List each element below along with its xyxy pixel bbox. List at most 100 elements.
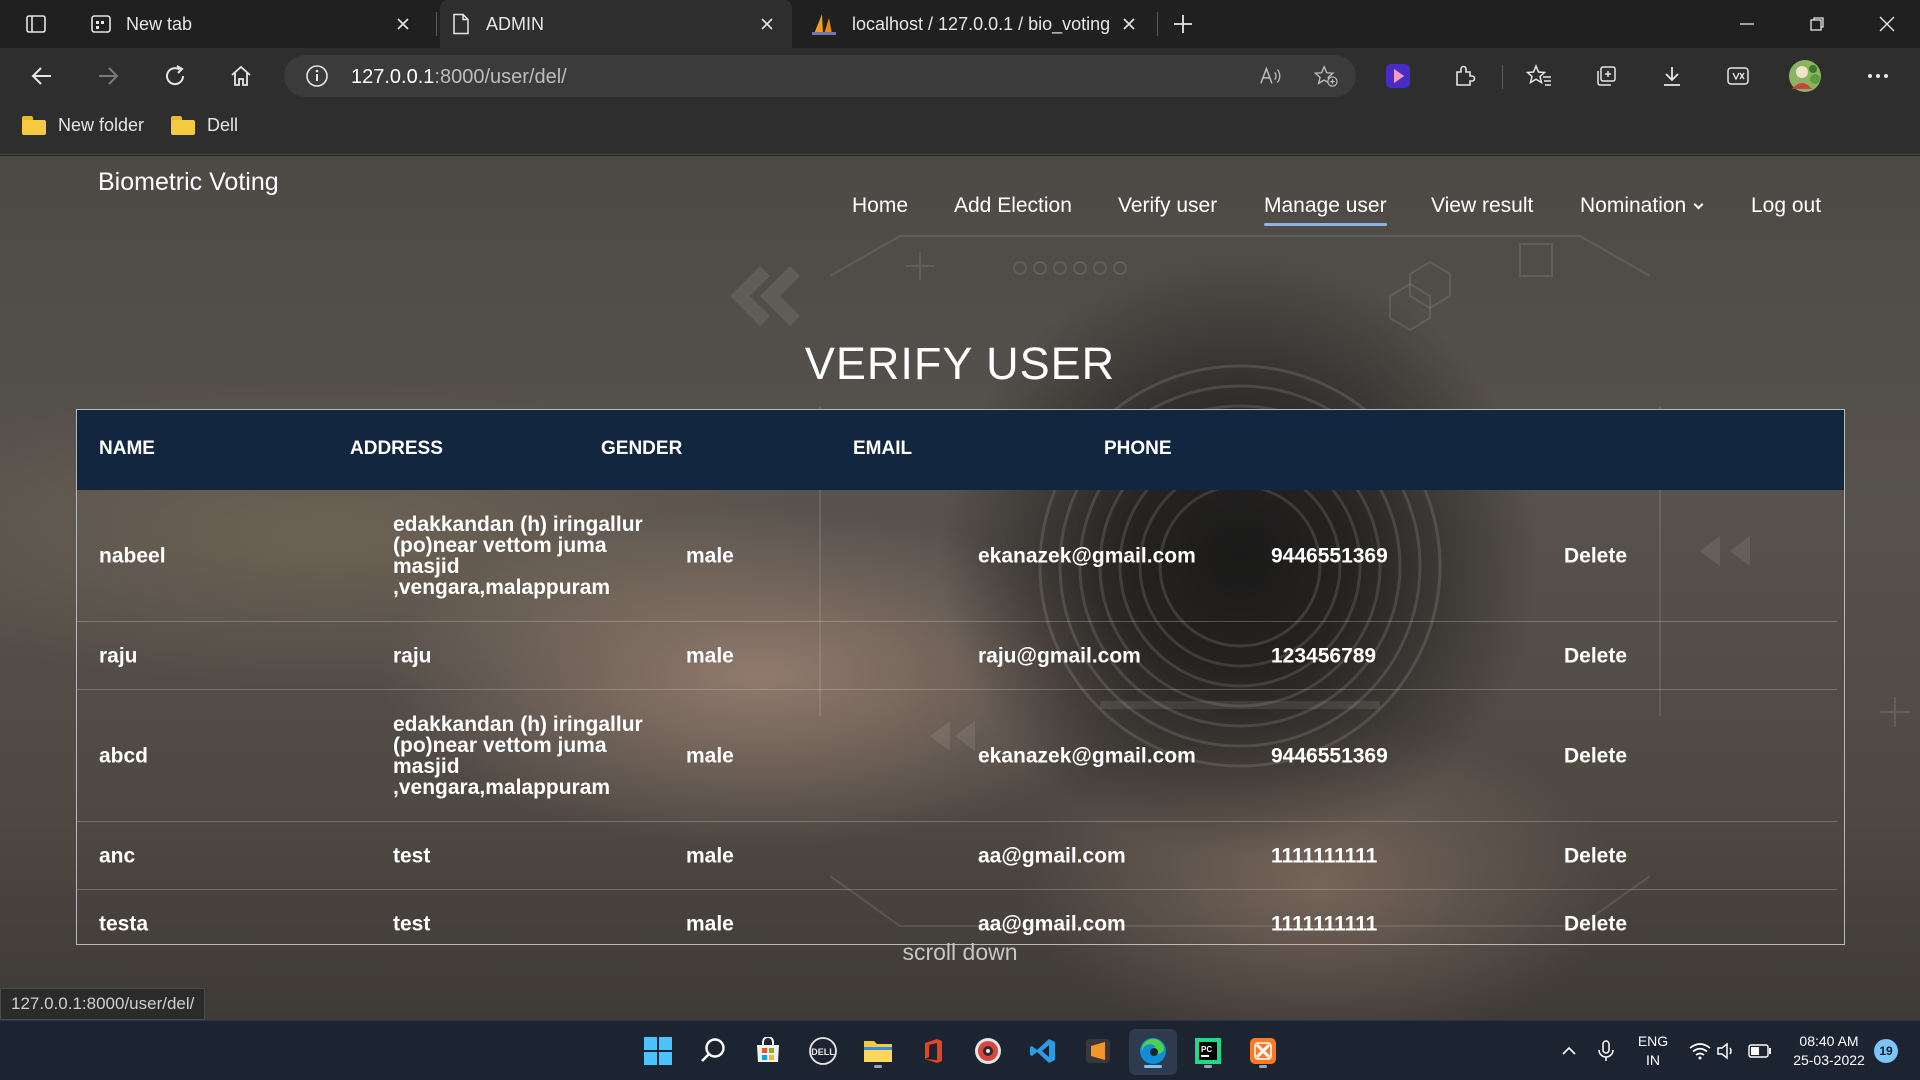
nav-nomination-dropdown[interactable]: Nomination xyxy=(1580,194,1704,218)
link-status-tooltip: 127.0.0.1:8000/user/del/ xyxy=(0,988,206,1020)
close-tab-icon[interactable] xyxy=(1118,13,1140,35)
url-text: 127.0.0.1:8000/user/del/ xyxy=(351,66,567,89)
scroll-down-hint: scroll down xyxy=(902,939,1018,965)
input-language-indicator[interactable]: ENG IN xyxy=(1636,1021,1670,1080)
nav-manage-user[interactable]: Manage user xyxy=(1264,194,1387,226)
cell-phone: 9446551369 xyxy=(1271,544,1388,567)
nav-view-result[interactable]: View result xyxy=(1431,194,1533,218)
folder-icon xyxy=(22,116,46,135)
refresh-icon[interactable] xyxy=(155,56,195,96)
clock[interactable]: 08:40 AM 25-03-2022 xyxy=(1784,1021,1874,1080)
microsoft-store-icon[interactable] xyxy=(748,1031,788,1071)
more-options-icon[interactable] xyxy=(1860,58,1896,94)
address-line: masjid xyxy=(393,754,460,778)
favorites-bar: New folder Dell xyxy=(0,104,1920,155)
close-tab-icon[interactable] xyxy=(756,13,778,35)
page-title: VERIFY USER xyxy=(804,338,1116,389)
cell-name: abcd xyxy=(99,744,149,767)
tab-actions-icon[interactable] xyxy=(16,4,56,44)
tab-title: ADMIN xyxy=(486,13,544,34)
svg-text:PC: PC xyxy=(1201,1045,1212,1054)
nav-verify-user[interactable]: Verify user xyxy=(1118,194,1217,218)
windows-taskbar: DELL PC ENG IN 08:40 AM 25-03-2022 xyxy=(0,1020,1920,1080)
cell-email: ekanazek@gmail.com xyxy=(978,744,1196,767)
table-row: nabeel edakkandan (h) iringallur (po)nea… xyxy=(77,490,1837,622)
address-line: test xyxy=(393,912,431,936)
cell-phone: 1111111111 xyxy=(1271,844,1378,867)
running-indicator xyxy=(874,1065,882,1068)
pycharm-icon[interactable]: PC xyxy=(1188,1031,1228,1071)
tab-admin[interactable]: ADMIN xyxy=(440,0,792,48)
url-host: 127.0.0.1 xyxy=(351,66,435,88)
restore-window-icon[interactable] xyxy=(1782,0,1852,48)
forward-arrow-icon[interactable] xyxy=(88,56,128,96)
minimize-window-icon[interactable] xyxy=(1712,0,1782,48)
vscode-icon[interactable] xyxy=(1023,1031,1063,1071)
bookmark-label: Dell xyxy=(207,115,239,135)
bookmark-label: New folder xyxy=(58,115,145,135)
tab-new-tab[interactable]: New tab xyxy=(72,0,428,48)
delete-user-link[interactable]: Delete xyxy=(1564,845,1627,866)
microphone-icon[interactable] xyxy=(1586,1031,1626,1071)
math-solver-icon[interactable] xyxy=(1720,58,1756,94)
running-indicator xyxy=(1204,1065,1212,1068)
nav-add-election[interactable]: Add Election xyxy=(954,194,1072,218)
toolbar-separator xyxy=(1502,65,1503,89)
new-tab-plus-icon[interactable] xyxy=(1163,4,1203,44)
column-header-phone: PHONE xyxy=(1104,438,1172,459)
media-player-icon[interactable] xyxy=(968,1031,1008,1071)
bookmark-dell[interactable]: Dell xyxy=(171,115,238,136)
close-window-icon[interactable] xyxy=(1852,0,1920,48)
table-row: testa test male aa@gmail.com 1111111111 … xyxy=(77,890,1837,944)
notification-count-badge[interactable]: 19 xyxy=(1874,1039,1898,1063)
column-header-address: ADDRESS xyxy=(350,438,443,459)
nav-home[interactable]: Home xyxy=(852,194,908,218)
back-arrow-icon[interactable] xyxy=(22,56,62,96)
battery-icon[interactable] xyxy=(1740,1031,1780,1071)
cell-gender: male xyxy=(686,644,734,667)
delete-user-link[interactable]: Delete xyxy=(1564,545,1627,566)
cell-name: anc xyxy=(99,844,136,867)
cell-email: ekanazek@gmail.com xyxy=(978,544,1196,567)
delete-user-link[interactable]: Delete xyxy=(1564,914,1627,935)
office-icon[interactable] xyxy=(913,1031,953,1071)
tab-bar: New tab ADMIN localhost / 127.0.0.1 / bi… xyxy=(0,0,1920,48)
close-tab-icon[interactable] xyxy=(392,13,414,35)
site-brand[interactable]: Biometric Voting xyxy=(98,168,279,197)
profile-avatar-icon[interactable] xyxy=(1787,58,1823,94)
cell-address: edakkandan (h) iringallur (po)near vetto… xyxy=(393,514,643,598)
address-line: edakkandan (h) iringallur xyxy=(393,512,643,536)
delete-user-link[interactable]: Delete xyxy=(1564,745,1627,766)
downloads-icon[interactable] xyxy=(1654,58,1690,94)
windows-start-icon[interactable] xyxy=(638,1031,678,1071)
add-favorite-icon[interactable] xyxy=(1314,64,1338,88)
sublime-text-icon[interactable] xyxy=(1078,1031,1118,1071)
xampp-icon[interactable] xyxy=(1243,1031,1283,1071)
column-header-name: NAME xyxy=(99,438,155,459)
address-line: (po)near vettom juma xyxy=(393,533,607,557)
file-explorer-icon[interactable] xyxy=(858,1031,898,1071)
language-region: IN xyxy=(1646,1052,1660,1068)
address-bar[interactable]: 127.0.0.1:8000/user/del/ xyxy=(284,55,1356,97)
extensions-puzzle-icon[interactable] xyxy=(1447,58,1483,94)
bookmark-new-folder[interactable]: New folder xyxy=(22,115,144,136)
home-icon[interactable] xyxy=(221,56,261,96)
site-info-icon[interactable] xyxy=(305,64,329,88)
dell-icon[interactable]: DELL xyxy=(803,1031,843,1071)
cell-name: testa xyxy=(99,912,149,936)
cell-address: test xyxy=(393,914,643,935)
nav-log-out[interactable]: Log out xyxy=(1751,194,1821,218)
edge-browser-icon[interactable] xyxy=(1133,1031,1173,1071)
collections-icon[interactable] xyxy=(1588,58,1624,94)
delete-user-link[interactable]: Delete xyxy=(1564,645,1627,666)
video-extension-icon[interactable] xyxy=(1380,58,1416,94)
address-line: raju xyxy=(393,644,432,667)
show-hidden-icons-chevron-up-icon[interactable] xyxy=(1549,1031,1589,1071)
read-aloud-icon[interactable] xyxy=(1259,64,1283,88)
tab-title: localhost / 127.0.0.1 / bio_voting xyxy=(852,13,1111,34)
svg-text:DELL: DELL xyxy=(811,1047,835,1057)
nav-nomination-label: Nomination xyxy=(1580,194,1687,217)
favorites-icon[interactable] xyxy=(1521,58,1557,94)
search-icon[interactable] xyxy=(693,1031,733,1071)
tab-phpmyadmin[interactable]: localhost / 127.0.0.1 / bio_voting xyxy=(800,0,1154,48)
